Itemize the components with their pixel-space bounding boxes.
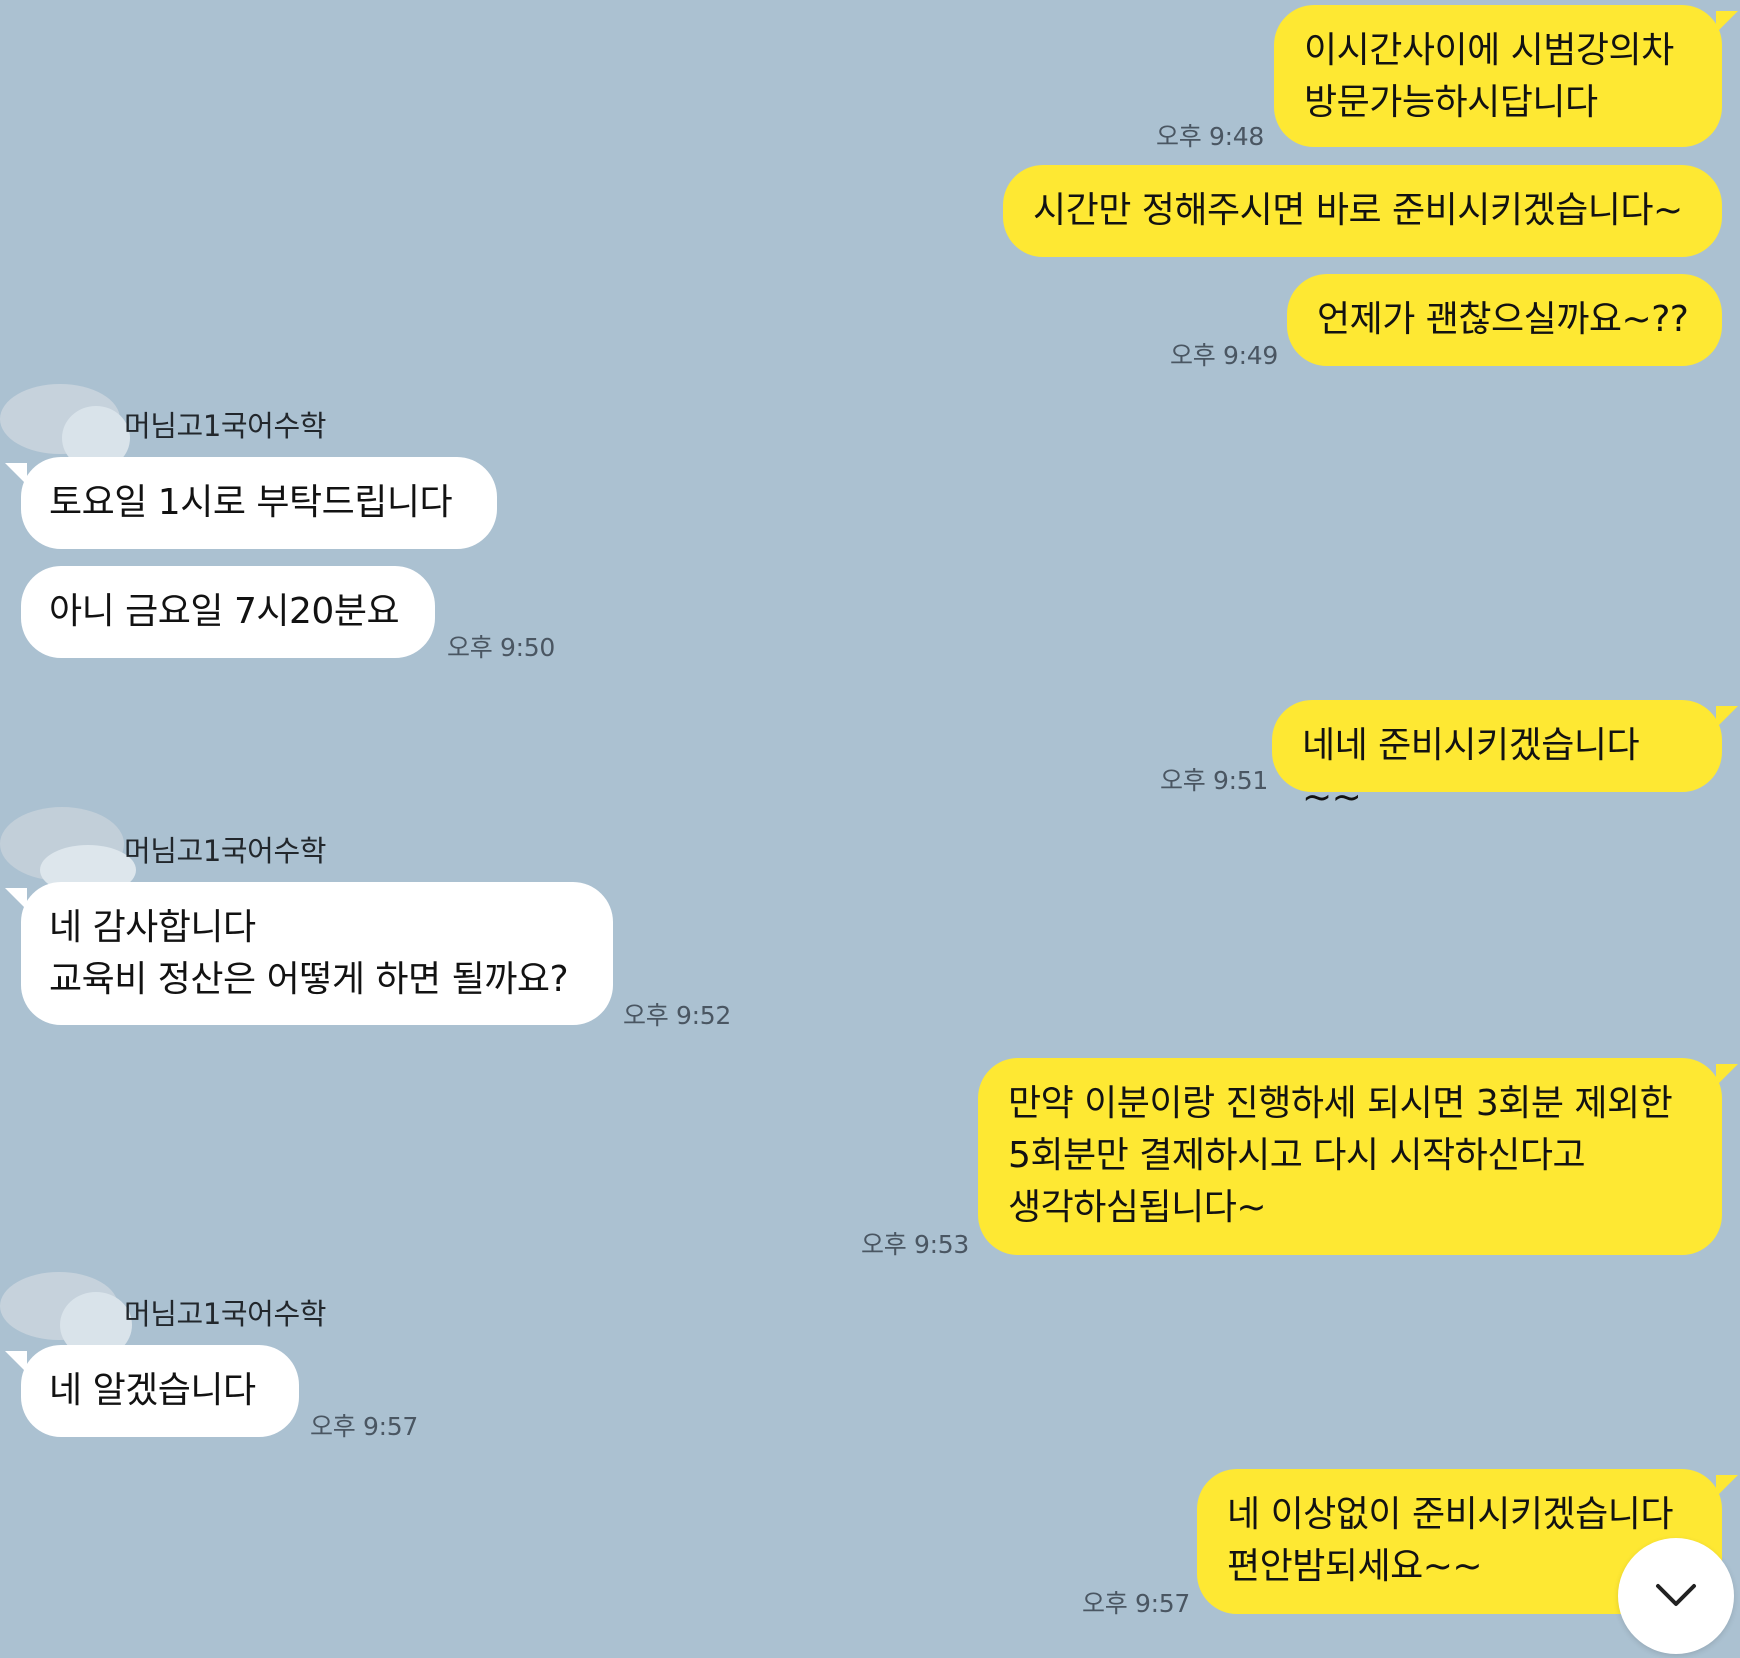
- chat-message-list[interactable]: 이시간사이에 시범강의차 방문가능하시답니다 오후 9:48 시간만 정해주시면…: [0, 0, 1740, 1658]
- my-message-bubble[interactable]: 네네 준비시키겠습니다~~: [1272, 700, 1738, 818]
- their-message-bubble[interactable]: 토요일 1시로 부탁드립니다: [5, 457, 497, 549]
- sender-name: 머님고1국어수학: [124, 1297, 327, 1331]
- message-time: 오후 9:50: [447, 633, 555, 662]
- their-message-bubble[interactable]: 아니 금요일 7시20분요: [21, 566, 435, 658]
- their-message-bubble[interactable]: 네 감사합니다 교육비 정산은 어떻게 하면 될까요?: [5, 882, 613, 1025]
- message-time: 오후 9:53: [861, 1230, 969, 1259]
- my-message-bubble[interactable]: 시간만 정해주시면 바로 준비시키겠습니다~: [1003, 165, 1722, 257]
- message-time: 오후 9:57: [1082, 1589, 1190, 1618]
- message-time: 오후 9:51: [1160, 766, 1268, 795]
- message-time: 오후 9:48: [1156, 122, 1264, 151]
- scroll-to-bottom-button[interactable]: [1618, 1538, 1734, 1654]
- message-time: 오후 9:52: [623, 1001, 731, 1030]
- my-message-bubble[interactable]: 언제가 괜찮으실까요~??: [1287, 274, 1722, 366]
- message-time: 오후 9:49: [1170, 341, 1278, 370]
- chevron-down-icon: [1656, 1584, 1696, 1606]
- their-message-bubble[interactable]: 네 알겠습니다: [5, 1345, 299, 1437]
- sender-name: 머님고1국어수학: [124, 409, 327, 443]
- message-time: 오후 9:57: [310, 1412, 418, 1441]
- my-message-bubble[interactable]: 만약 이분이랑 진행하세 되시면 3회분 제외한 5회분만 결제하시고 다시 시…: [978, 1058, 1738, 1255]
- my-message-bubble[interactable]: 이시간사이에 시범강의차 방문가능하시답니다: [1274, 5, 1738, 147]
- sender-name: 머님고1국어수학: [124, 834, 327, 868]
